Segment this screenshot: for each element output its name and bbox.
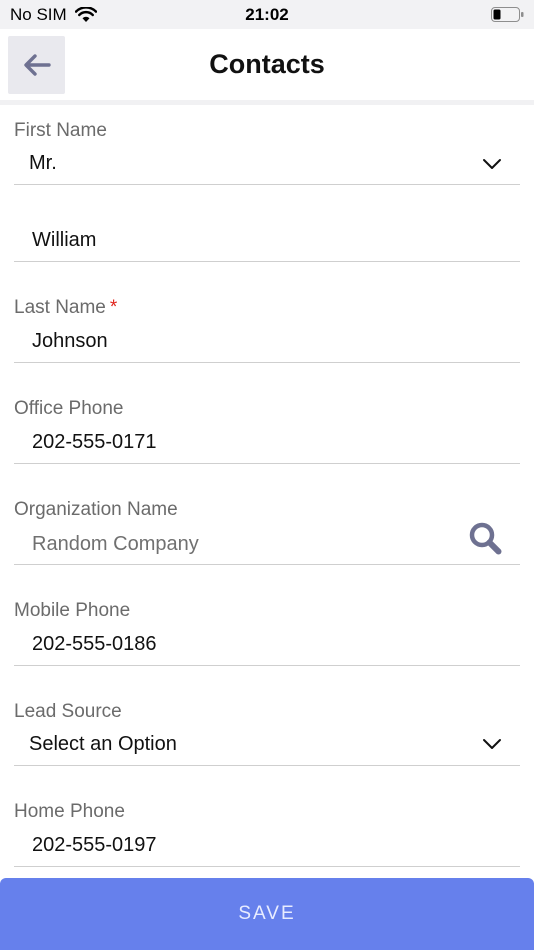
field-underline: [14, 866, 520, 867]
page-title: Contacts: [209, 49, 325, 79]
field-underline: [14, 184, 520, 185]
field-underline: [14, 564, 520, 565]
first-name-label: First Name: [14, 120, 107, 141]
status-time: 21:02: [245, 5, 289, 24]
field-underline: [14, 463, 520, 464]
home-phone-value: 202-555-0197: [32, 834, 157, 856]
office-phone-input[interactable]: Office Phone 202-555-0171: [14, 396, 520, 466]
lead-source-value: Select an Option: [29, 733, 177, 755]
chevron-down-icon: [483, 159, 501, 169]
header-divider: [0, 100, 534, 105]
field-underline: [14, 261, 520, 262]
office-phone-value: 202-555-0171: [32, 431, 157, 453]
last-name-input[interactable]: Last Name * Johnson: [14, 295, 520, 365]
last-name-label-text: Last Name: [14, 297, 106, 318]
first-name-value: William: [32, 229, 97, 251]
app-header: Contacts: [0, 29, 534, 101]
first-name-input[interactable]: William: [14, 220, 520, 264]
battery-icon: [491, 7, 524, 22]
home-phone-input[interactable]: Home Phone 202-555-0197: [14, 799, 520, 869]
salutation-value: Mr.: [29, 152, 57, 174]
last-name-value: Johnson: [32, 330, 108, 352]
mobile-phone-label: Mobile Phone: [14, 600, 131, 621]
home-phone-label: Home Phone: [14, 801, 125, 822]
lead-source-label: Lead Source: [14, 701, 122, 722]
office-phone-label: Office Phone: [14, 398, 124, 419]
status-bar: No SIM 21:02: [0, 0, 534, 29]
save-button[interactable]: SAVE: [0, 878, 534, 950]
mobile-phone-input[interactable]: Mobile Phone 202-555-0186: [14, 598, 520, 668]
field-underline: [14, 665, 520, 666]
salutation-select[interactable]: First Name Mr.: [14, 118, 520, 186]
search-icon[interactable]: [468, 521, 502, 555]
organization-placeholder: Random Company: [32, 533, 199, 555]
field-underline: [14, 362, 520, 363]
last-name-label: Last Name *: [14, 297, 117, 319]
organization-input[interactable]: Organization Name Random Company: [14, 497, 520, 567]
required-marker: *: [109, 297, 118, 318]
lead-source-select[interactable]: Lead Source Select an Option: [14, 699, 520, 769]
mobile-phone-value: 202-555-0186: [32, 633, 157, 655]
field-underline: [14, 765, 520, 766]
organization-label: Organization Name: [14, 499, 178, 520]
chevron-down-icon: [483, 739, 501, 749]
